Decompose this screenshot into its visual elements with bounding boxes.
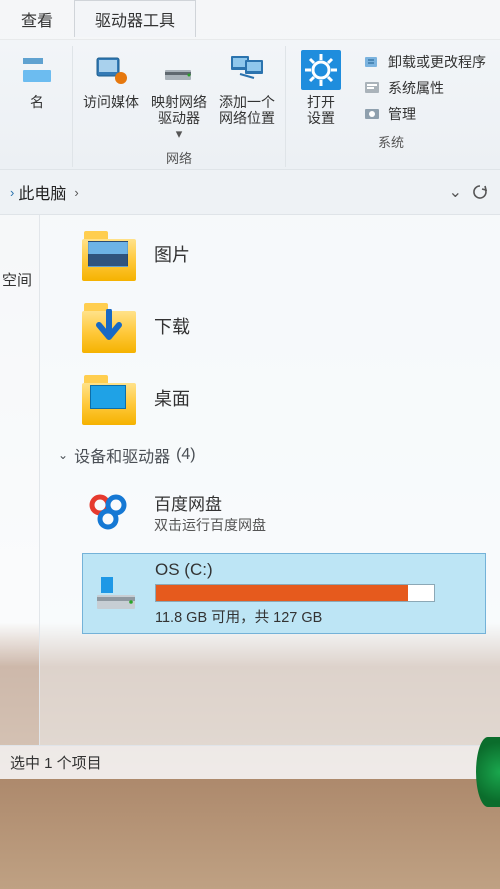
chevron-down-icon: ▾: [172, 126, 187, 142]
downloads-folder-icon: [82, 299, 136, 353]
ribbon-tab-strip: 查看 驱动器工具: [0, 0, 500, 40]
uninstall-programs-button[interactable]: 卸载或更改程序: [360, 50, 488, 74]
group-label-network: 网络: [166, 148, 192, 167]
desktop-folder-icon: [82, 371, 136, 425]
add-network-location-button[interactable]: 添加一个 网络位置: [213, 46, 281, 144]
rename-button-partial[interactable]: 名: [6, 46, 68, 112]
drive-usage-bar: [155, 584, 435, 602]
content-row: 空间 图片 下载: [0, 215, 500, 745]
breadcrumb-this-pc[interactable]: 此电脑 ›: [18, 180, 82, 204]
drive-name: OS (C:): [155, 560, 477, 580]
map-network-drive-button[interactable]: 映射网络 驱动器 ▾: [145, 46, 213, 144]
access-media-button[interactable]: 访问媒体: [77, 46, 145, 144]
address-bar[interactable]: › 此电脑 › ⌄: [0, 169, 500, 215]
local-disk-icon: [91, 569, 141, 619]
refresh-button[interactable]: [466, 178, 494, 206]
media-icon: [89, 48, 133, 92]
status-bar: 选中 1 个项目: [0, 745, 500, 779]
refresh-icon: [471, 183, 489, 201]
rename-icon: [15, 48, 59, 92]
ribbon-group-system: 打开 设置 卸载或更改程序 系统属性: [286, 46, 496, 167]
folder-pictures[interactable]: 图片: [82, 227, 494, 281]
settings-icon: [299, 48, 343, 92]
add-location-icon: [225, 48, 269, 92]
drive-usage-text: 11.8 GB 可用，共 127 GB: [155, 606, 477, 627]
pictures-folder-icon: [82, 227, 136, 281]
adjacent-globe-icon-peek: [476, 737, 500, 807]
folder-downloads[interactable]: 下载: [82, 299, 494, 353]
content-pane: 图片 下载 桌面 ⌄ 设备和驱动器 (4): [40, 215, 500, 745]
status-selection-text: 选中 1 个项目: [10, 755, 102, 772]
baidu-netdisk-icon: [82, 485, 136, 539]
chevron-down-icon: ⌄: [58, 448, 68, 462]
group-label-system: 系统: [378, 132, 404, 151]
folder-desktop[interactable]: 桌面: [82, 371, 494, 425]
tab-drive-tools[interactable]: 驱动器工具: [74, 0, 196, 37]
open-settings-button[interactable]: 打开 设置: [290, 46, 352, 128]
ribbon-group-network: 访问媒体 映射网络 驱动器 ▾ 添加一个 网络位置 网络: [73, 46, 286, 167]
nav-back-chevron-icon[interactable]: ›: [6, 185, 18, 200]
ribbon-group-organize-stub: 名: [2, 46, 73, 167]
drive-os-c[interactable]: OS (C:) 11.8 GB 可用，共 127 GB: [82, 553, 486, 634]
sidebar-fragment: 空间: [2, 269, 32, 290]
baidu-netdisk-item[interactable]: 百度网盘 双击运行百度网盘: [82, 481, 494, 543]
properties-icon: [362, 78, 382, 98]
ribbon: 名 访问媒体 映射网络 驱动器 ▾ 添加一个 网络位: [0, 40, 500, 169]
tab-view[interactable]: 查看: [0, 0, 74, 37]
addr-dropdown-icon[interactable]: ⌄: [445, 182, 466, 202]
system-properties-button[interactable]: 系统属性: [360, 76, 488, 100]
drive-usage-fill: [156, 585, 408, 601]
network-drive-icon: [157, 48, 201, 92]
manage-icon: [362, 104, 382, 124]
uninstall-icon: [362, 52, 382, 72]
manage-button[interactable]: 管理: [360, 102, 488, 126]
nav-pane-stub[interactable]: 空间: [0, 215, 40, 745]
chevron-right-icon: ›: [70, 185, 82, 200]
section-devices-header[interactable]: ⌄ 设备和驱动器 (4): [58, 443, 494, 467]
